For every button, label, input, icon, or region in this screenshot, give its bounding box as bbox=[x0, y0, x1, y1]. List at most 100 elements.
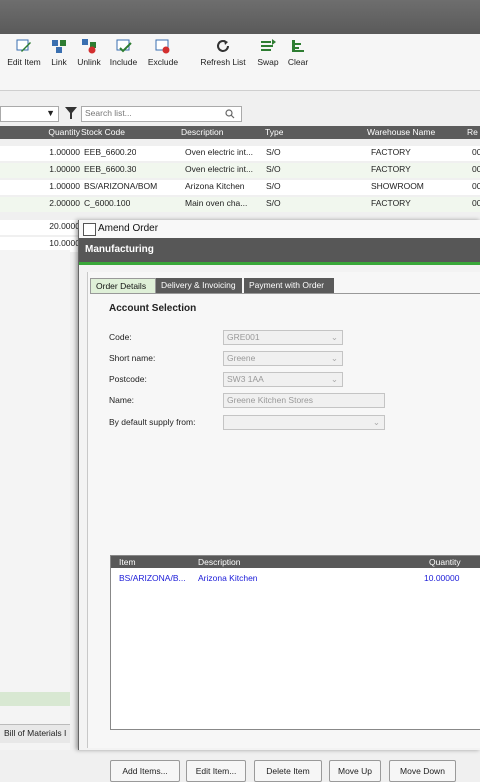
dialog-title: Amend Order bbox=[98, 223, 159, 234]
refresh-list-button[interactable]: Refresh List bbox=[196, 38, 250, 67]
swap-button[interactable]: Swap bbox=[255, 38, 281, 67]
cell-re: 00 bbox=[472, 147, 480, 157]
dialog-content: Order Details Delivery & Invoicing Payme… bbox=[87, 272, 480, 782]
table-row[interactable]: 1.00000 EEB_6600.30 Oven electric int...… bbox=[0, 163, 480, 178]
swap-icon bbox=[261, 39, 276, 51]
column-header-quantity[interactable]: Quantity bbox=[48, 127, 80, 137]
clear-button[interactable]: Clear bbox=[285, 38, 311, 67]
include-icon bbox=[116, 39, 132, 53]
filter-icon[interactable] bbox=[64, 106, 78, 120]
cell-quantity: 1.00000 bbox=[49, 181, 80, 191]
window-title-bar bbox=[0, 0, 480, 34]
edit-item-button[interactable]: Edit Item bbox=[4, 38, 44, 67]
cell-description: Oven electric int... bbox=[185, 147, 254, 157]
supply-from-select[interactable]: ⌄ bbox=[223, 415, 385, 430]
postcode-field[interactable]: SW3 1AA ⌄ bbox=[223, 372, 343, 387]
cell-description: Arizona Kitchen bbox=[198, 573, 258, 583]
dialog-title-bar[interactable]: Amend Order bbox=[79, 220, 480, 239]
cell-quantity: 1.00000 bbox=[49, 147, 80, 157]
cell-stock-code: EEB_6600.30 bbox=[84, 164, 137, 174]
move-up-button[interactable]: Move Up bbox=[329, 760, 381, 782]
move-down-button[interactable]: Move Down bbox=[389, 760, 456, 782]
name-value: Greene Kitchen Stores bbox=[227, 395, 313, 405]
code-label: Code: bbox=[109, 332, 132, 342]
edit-item-dialog-button[interactable]: Edit Item... bbox=[186, 760, 246, 782]
column-header-stock-code[interactable]: Stock Code bbox=[81, 127, 125, 137]
cell-quantity: 1.00000 bbox=[49, 164, 80, 174]
short-name-value: Greene bbox=[227, 353, 256, 363]
link-icon bbox=[52, 40, 66, 53]
cell-quantity: 10.00000 bbox=[424, 573, 460, 583]
short-name-label: Short name: bbox=[109, 353, 156, 363]
cell-re: 00 bbox=[472, 181, 480, 191]
tab-bill-of-materials[interactable]: Bill of Materials I bbox=[0, 724, 70, 743]
clear-icon bbox=[292, 40, 304, 52]
cell-warehouse: FACTORY bbox=[371, 147, 411, 157]
refresh-icon bbox=[217, 40, 229, 52]
exclude-icon bbox=[155, 39, 170, 54]
cell-quantity: 2.00000 bbox=[49, 198, 80, 208]
cell-description: Oven electric int... bbox=[185, 164, 254, 174]
table-row[interactable]: 1.00000 BS/ARIZONA/BOM Arizona Kitchen S… bbox=[0, 180, 480, 195]
column-header-type[interactable]: Type bbox=[265, 127, 283, 137]
unlink-button[interactable]: Unlink bbox=[74, 38, 104, 67]
column-header-warehouse-name[interactable]: Warehouse Name bbox=[367, 127, 435, 137]
column-header-re[interactable]: Re bbox=[467, 127, 478, 137]
tab-payment-with-order[interactable]: Payment with Order bbox=[244, 278, 334, 293]
table-row[interactable]: BS/ARIZONA/B... Arizona Kitchen 10.00000 bbox=[111, 572, 480, 585]
view-select[interactable]: ▼ bbox=[0, 106, 59, 122]
column-header-description[interactable]: Description bbox=[181, 127, 224, 137]
name-label: Name: bbox=[109, 395, 135, 405]
cell-stock-code: EEB_6600.20 bbox=[84, 147, 137, 157]
cell-stock-code: C_6000.100 bbox=[84, 198, 131, 208]
name-field[interactable]: Greene Kitchen Stores bbox=[223, 393, 385, 408]
add-items-button[interactable]: Add Items... bbox=[110, 760, 180, 782]
accent-line bbox=[79, 262, 480, 265]
unlink-icon bbox=[82, 39, 96, 54]
list-toolbar: ▼ Search list... bbox=[0, 104, 480, 122]
tab-label: Payment with Order bbox=[249, 280, 325, 290]
search-icon[interactable] bbox=[225, 109, 235, 119]
short-name-field[interactable]: Greene ⌄ bbox=[223, 351, 343, 366]
cell-stock-code: BS/ARIZONA/BOM bbox=[84, 181, 158, 191]
tab-label: Delivery & Invoicing bbox=[161, 280, 236, 290]
table-row[interactable]: 2.00000 C_6000.100 Main oven cha... S/O … bbox=[0, 197, 480, 212]
column-header-quantity[interactable]: Quantity bbox=[429, 557, 461, 567]
module-title: Manufacturing bbox=[85, 244, 154, 255]
column-header-item[interactable]: Item bbox=[119, 557, 136, 567]
cell-re: 00 bbox=[472, 198, 480, 208]
link-button[interactable]: Link bbox=[48, 38, 70, 67]
postcode-value: SW3 1AA bbox=[227, 374, 264, 384]
chevron-down-icon: ⌄ bbox=[372, 417, 380, 427]
cell-type: S/O bbox=[266, 164, 281, 174]
table-row[interactable]: 1.00000 EEB_6600.20 Oven electric int...… bbox=[0, 146, 480, 161]
totals-bar bbox=[0, 692, 70, 706]
postcode-label: Postcode: bbox=[109, 374, 147, 384]
supply-from-label: By default supply from: bbox=[109, 417, 196, 427]
tab-label: Order Details bbox=[96, 281, 147, 291]
cell-quantity: 10.0000 bbox=[49, 238, 80, 248]
order-items-table: Item Description Quantity BS/ARIZONA/B..… bbox=[110, 555, 480, 730]
tab-delivery-invoicing[interactable]: Delivery & Invoicing bbox=[156, 278, 242, 293]
chevron-down-icon: ⌄ bbox=[330, 374, 338, 384]
cell-type: S/O bbox=[266, 147, 281, 157]
include-button[interactable]: Include bbox=[107, 38, 140, 67]
cell-quantity: 20.0000 bbox=[49, 221, 80, 231]
tab-order-details[interactable]: Order Details bbox=[90, 278, 156, 294]
tab-underline bbox=[90, 293, 480, 294]
search-input[interactable]: Search list... bbox=[81, 106, 242, 122]
delete-item-button[interactable]: Delete Item bbox=[254, 760, 322, 782]
cell-description: Main oven cha... bbox=[185, 198, 248, 208]
cell-warehouse: FACTORY bbox=[371, 198, 411, 208]
cell-description: Arizona Kitchen bbox=[185, 181, 245, 191]
items-header: Item Description Quantity bbox=[111, 556, 480, 568]
exclude-button[interactable]: Exclude bbox=[144, 38, 182, 67]
code-value: GRE001 bbox=[227, 332, 260, 342]
column-header-description[interactable]: Description bbox=[198, 557, 241, 567]
amend-order-dialog: Amend Order Manufacturing Order Details … bbox=[78, 220, 480, 782]
cell-type: S/O bbox=[266, 181, 281, 191]
cell-warehouse: SHOWROOM bbox=[371, 181, 424, 191]
code-field[interactable]: GRE001 ⌄ bbox=[223, 330, 343, 345]
section-title: Account Selection bbox=[109, 303, 197, 314]
cell-re: 00 bbox=[472, 164, 480, 174]
